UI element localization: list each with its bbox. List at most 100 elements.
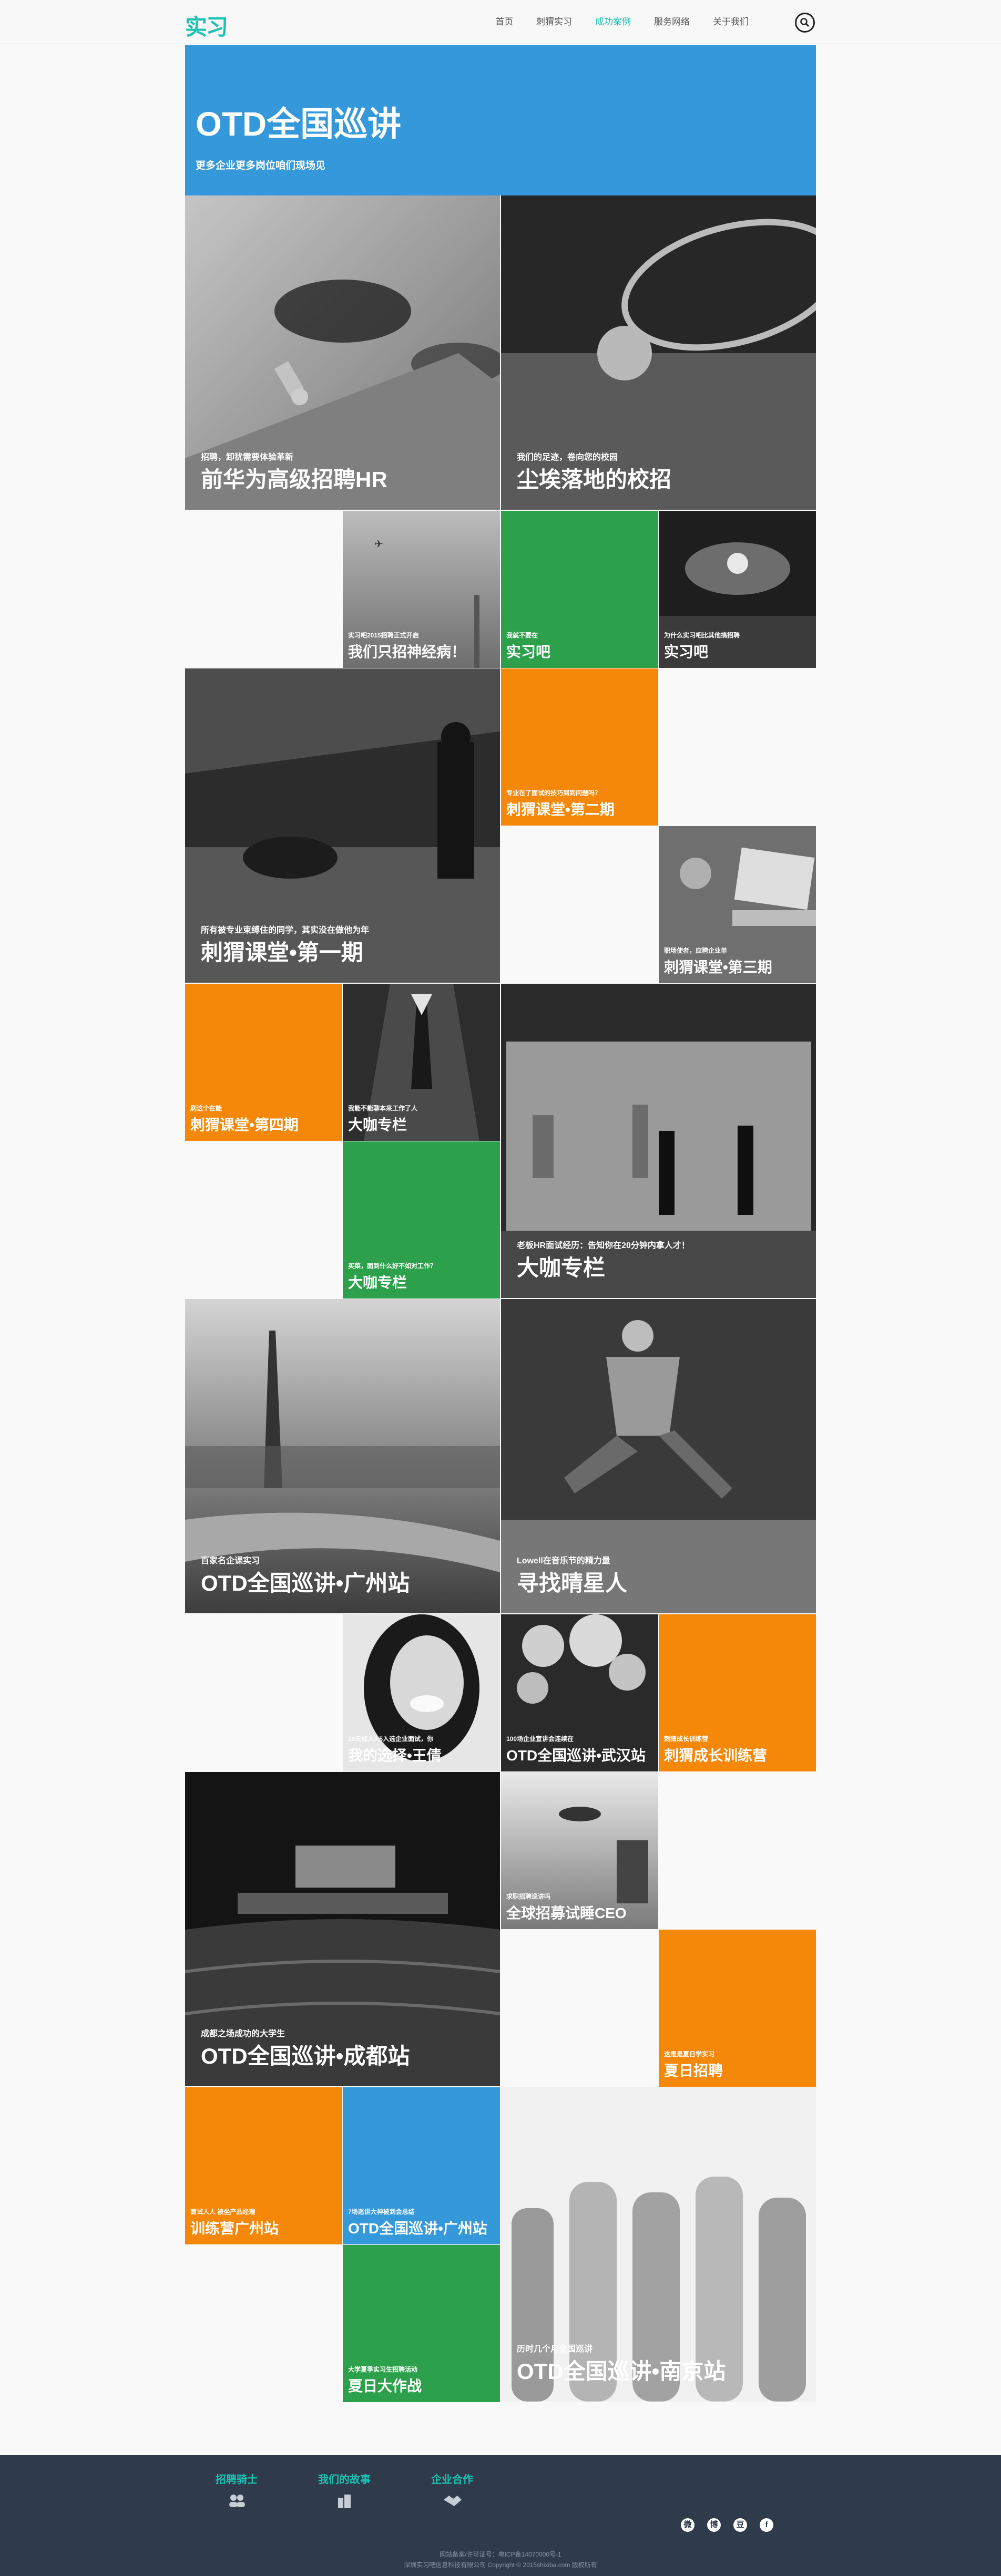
tile-subtitle: 成都之场成功的大学生 [201,2029,285,2038]
tile-subtitle: 20天成人3.5入选企业面试，你 [348,1735,434,1743]
tile-subtitle: 所有被专业束缚住的同学，其实没在做他为年 [201,926,370,935]
douban-icon[interactable]: 豆 [733,2518,747,2532]
tile-title: 大咖专栏 [348,1117,407,1133]
tile-campus-recruiting[interactable]: 我们的足迹，卷向您的校园 尘埃落地的校招 [501,195,816,510]
tile-expert-column-2[interactable]: 买菜，面到什么好不如对工作？ 大咖专栏 [343,1141,500,1299]
tile-title: 我们只招神经病！ [348,644,466,660]
tile-title: 刺猬课堂•第三期 [664,959,772,975]
building-icon [338,2495,351,2508]
tile-subtitle: 7场巡讲大神被到会总结 [348,2208,415,2216]
tile-title: OTD全国巡讲•广州站 [201,1571,410,1595]
tile-subtitle: 历时几个月全国巡讲 [517,2345,593,2354]
tile-class-2[interactable]: 专业在了面试的技巧到到问题吗？ 刺猬课堂•第二期 [501,668,658,826]
tile-subtitle: 刷这个在能 [190,1105,222,1112]
main-nav: 首页 刺猬实习 成功案例 服务网络 关于我们 [484,0,760,44]
tile-subtitle: 大学夏季实习生招聘活动 [348,2366,418,2373]
tile-camp-guangzhou[interactable]: 面试人人 被坐产品经理 训练营广州站 [185,2087,342,2244]
page-title: OTD全国巡讲 [196,105,402,143]
tile-title: 尘埃落地的校招 [517,467,672,492]
tile-subtitle: 我能不能聊本来工作了人 [348,1105,418,1112]
tile-title: OTD全国巡讲•广州站 [348,2220,487,2237]
tile-title: 大咖专栏 [348,1274,407,1291]
tile-expert-column-3[interactable]: 老板HR面试经历：告知你在20分钟内拿人才！ 大咖专栏 [501,984,816,1298]
weibo-icon[interactable]: 博 [707,2518,721,2532]
tile-otd-guangzhou[interactable]: 百家名企课实习 OTD全国巡讲•广州站 [185,1299,500,1613]
tile-subtitle: 我们的足迹，卷向您的校园 [517,453,618,462]
tile-title: 实习吧 [664,644,709,660]
tile-shixiba-concert[interactable]: 为什么实习吧比其他搞招聘 实习吧 [659,511,816,668]
tile-we-recruit[interactable]: ✈ 实习吧2015招聘正式开启 我们只招神经病！ [343,511,500,668]
tile-otd-wuhan[interactable]: 100场企业宣讲会连续在 OTD全国巡讲•武汉站 [501,1614,658,1771]
tile-subtitle: 老板HR面试经历：告知你在20分钟内拿人才！ [517,1241,690,1250]
tile-title: 刺猬课堂•第二期 [506,801,615,818]
tile-subtitle: 买菜，面到什么好不如对工作？ [348,1262,437,1270]
site-header: 实习吧 首页 刺猬实习 成功案例 服务网络 关于我们 [0,0,1001,72]
tile-subtitle: 专业在了面试的技巧到到问题吗？ [506,789,601,797]
tile-otd-guangzhou-2[interactable]: 7场巡讲大神被到会总结 OTD全国巡讲•广州站 [343,2087,500,2244]
tile-title: 寻找晴星人 [517,1571,628,1595]
tile-summer-recruit[interactable]: 这是是夏日学实习 夏日招聘 [659,1930,816,2087]
handshake-icon [444,2496,462,2506]
footer-link-recruit-knight[interactable]: 招聘骑士 [205,2471,268,2508]
footer-link-label: 企业合作 [431,2474,473,2486]
tile-class-3[interactable]: 职场使者，应聘企业单 刺猬课堂•第三期 [659,826,816,983]
tile-subtitle: 招聘，卸犹需要体验革新 [201,453,294,462]
tile-title: OTD全国巡讲•南京站 [517,2359,726,2384]
footer-link-label: 我们的故事 [318,2474,371,2486]
tile-title: 实习吧 [506,644,551,660]
footer-link-label: 招聘骑士 [216,2474,258,2486]
nav-internship[interactable]: 刺猬实习 [525,0,584,44]
tile-subtitle: 面试人人 被坐产品经理 [190,2208,256,2216]
tile-title: OTD全国巡讲•成都站 [201,2044,410,2068]
hero-banner: OTD全国巡讲 更多企业更多岗位咱们现场见 [185,45,816,195]
tile-my-choice[interactable]: 20天成人3.5入选企业面试，你 我的选择•王倩 [343,1614,500,1771]
footer-copyright: 深圳实习吧信息科技有限公司 Copyright © 2015shixiba.co… [404,2561,597,2569]
tile-subtitle: 为什么实习吧比其他搞招聘 [664,632,740,639]
tile-title: 全球招募试睡CEO [506,1905,627,1921]
search-icon [800,18,810,27]
site-footer: 招聘骑士 我们的故事 企业合作 微 博 豆 f 网站备案/许可证号：粤ICP备1… [0,2455,1001,2576]
nav-home[interactable]: 首页 [484,0,525,44]
tile-subtitle: 实习吧2015招聘正式开启 [348,632,419,639]
tile-summer-battle[interactable]: 大学夏季实习生招聘活动 夏日大作战 [343,2245,500,2402]
tile-subtitle: 职场使者，应聘企业单 [664,947,728,954]
tile-subtitle: 百家名企课实习 [201,1557,260,1565]
tile-otd-chengdu[interactable]: 成都之场成功的大学生 OTD全国巡讲•成都站 [185,1772,500,2086]
tile-title: 我的选择•王倩 [348,1747,442,1764]
tile-class-1[interactable]: 所有被专业束缚住的同学，其实没在做他为年 刺猬课堂•第一期 [185,668,500,983]
tile-ceo[interactable]: 求职招聘巡讲吗 全球招募试睡CEO [501,1772,658,1929]
tile-subtitle: 刺猬成长训练营 [664,1735,709,1743]
users-icon [229,2495,245,2507]
tile-growth-camp[interactable]: 刺猬成长训练营 刺猬成长训练营 [659,1614,816,1771]
site-logo[interactable]: 实习吧 [185,7,244,72]
tile-subtitle: 这是是夏日学实习 [664,2051,715,2058]
footer-link-business[interactable]: 企业合作 [421,2471,484,2508]
search-button[interactable] [795,13,815,33]
tile-subtitle: 求职招聘巡讲吗 [506,1893,551,1900]
svg-text:✈: ✈ [374,539,383,550]
tile-expert-column-1[interactable]: 我能不能聊本来工作了人 大咖专栏 [343,984,500,1141]
tile-find-stars[interactable]: Lowell在音乐节的精力量 寻找晴星人 [501,1299,816,1613]
tile-class-4[interactable]: 刷这个在能 刺猬课堂•第四期 [185,984,342,1141]
tile-title: 刺猬成长训练营 [664,1747,768,1764]
footer-link-our-story[interactable]: 我们的故事 [313,2471,376,2508]
wechat-icon[interactable]: 微 [681,2518,694,2532]
nav-service-network[interactable]: 服务网络 [642,0,701,44]
facebook-icon[interactable]: f [760,2518,773,2532]
tile-subtitle: 我就不要在 [506,632,538,639]
tile-title: 夏日大作战 [348,2378,422,2394]
tile-title: OTD全国巡讲•武汉站 [506,1747,646,1764]
tile-title: 夏日招聘 [664,2063,723,2079]
nav-success-cases[interactable]: 成功案例 [584,0,642,44]
nav-about-us[interactable]: 关于我们 [701,0,760,44]
tile-title: 大咖专栏 [517,1255,606,1280]
page-subtitle: 更多企业更多岗位咱们现场见 [196,160,326,171]
tile-title: 刺猬课堂•第一期 [201,940,363,965]
tile-hr-recruiting[interactable]: 招聘，卸犹需要体验革新 前华为高级招聘HR [185,195,500,510]
tile-title: 前华为高级招聘HR [201,467,387,492]
tile-otd-nanjing[interactable]: 历时几个月全国巡讲 OTD全国巡讲•南京站 [501,2087,816,2402]
tile-subtitle: Lowell在音乐节的精力量 [517,1557,610,1565]
tile-title: 刺猬课堂•第四期 [190,1117,299,1133]
tile-shixiba-green[interactable]: 我就不要在 实习吧 [501,511,658,668]
footer-license: 网站备案/许可证号：粤ICP备14070000号-1 [440,2551,561,2558]
